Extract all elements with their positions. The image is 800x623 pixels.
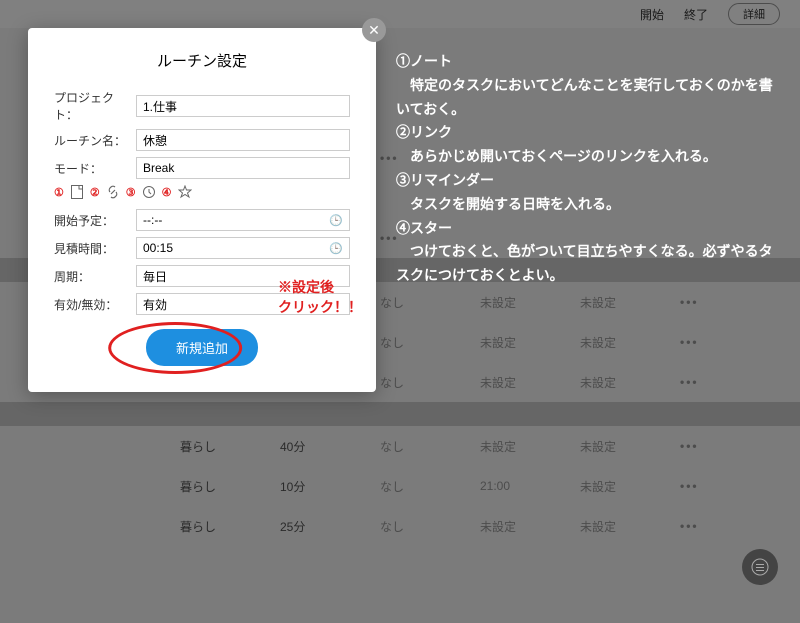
more-icon[interactable]: ••• <box>680 479 740 493</box>
table-row: 暮らし 40分 なし 未設定 未設定 ••• <box>0 426 800 466</box>
more-icon[interactable]: ••• <box>680 439 740 453</box>
estimate-input[interactable]: 00:15 🕒 <box>136 237 350 259</box>
anno-reminder-desc: タスクを開始する日時を入れる。 <box>396 193 776 217</box>
start-plan-input[interactable]: --:-- 🕒 <box>136 209 350 231</box>
submit-area: 新規追加 <box>54 329 350 366</box>
anno-link-desc: あらかじめ開いておくページのリンクを入れる。 <box>396 145 776 169</box>
field-project: プロジェクト： <box>54 89 350 123</box>
section-divider <box>0 402 800 426</box>
header-end: 終了 <box>684 6 708 23</box>
field-start-plan: 開始予定： --:-- 🕒 <box>54 209 350 231</box>
anno-link-title: ②リンク <box>396 121 776 145</box>
routine-name-label: ルーチン名： <box>54 132 136 149</box>
annotation-num-2: ② <box>90 186 100 199</box>
project-input[interactable] <box>136 95 350 117</box>
anno-reminder-title: ③リマインダー <box>396 169 776 193</box>
reminder-icon[interactable] <box>142 185 156 199</box>
anno-note-title: ①ノート <box>396 50 776 74</box>
mode-label: モード： <box>54 160 136 177</box>
more-icon[interactable]: ••• <box>680 519 740 533</box>
link-icon[interactable] <box>106 185 120 199</box>
modal-title: ルーチン設定 <box>54 50 350 71</box>
bg-header: 開始 終了 詳細 <box>0 0 800 28</box>
annotation-num-3: ③ <box>126 186 136 199</box>
enabled-label: 有効/無効： <box>54 296 136 313</box>
field-estimate: 見積時間： 00:15 🕒 <box>54 237 350 259</box>
callout-text: ※設定後 クリック！！ <box>278 278 362 317</box>
fab-button[interactable] <box>742 549 778 585</box>
annotation-overlay: ①ノート 特定のタスクにおいてどんなことを実行しておくのかを書いておく。 ②リン… <box>396 50 776 288</box>
more-icon[interactable]: ••• <box>680 335 740 349</box>
more-icon[interactable]: ••• <box>680 295 740 309</box>
mode-input[interactable] <box>136 157 350 179</box>
detail-button[interactable]: 詳細 <box>728 3 780 25</box>
icon-toolbar: ① ② ③ ④ <box>54 185 350 199</box>
cycle-label: 周期： <box>54 268 136 285</box>
note-icon[interactable] <box>70 185 84 199</box>
field-routine-name: ルーチン名： <box>54 129 350 151</box>
table-row: 暮らし 10分 なし 21:00 未設定 ••• <box>0 466 800 506</box>
close-icon[interactable]: ✕ <box>362 18 386 42</box>
anno-star-desc: つけておくと、色がついて目立ちやすくなる。必ずやるタスクにつけておくとよい。 <box>396 240 776 288</box>
estimate-label: 見積時間： <box>54 240 136 257</box>
anno-star-title: ④スター <box>396 217 776 241</box>
field-mode: モード： <box>54 157 350 179</box>
project-label: プロジェクト： <box>54 89 136 123</box>
annotation-num-4: ④ <box>162 186 172 199</box>
clock-icon: 🕒 <box>329 242 343 255</box>
add-new-button[interactable]: 新規追加 <box>146 329 258 366</box>
annotation-num-1: ① <box>54 186 64 199</box>
header-start: 開始 <box>640 6 664 23</box>
routine-settings-modal: ✕ ルーチン設定 プロジェクト： ルーチン名： モード： ① ② ③ ④ 開始予… <box>28 28 376 392</box>
anno-note-desc: 特定のタスクにおいてどんなことを実行しておくのかを書いておく。 <box>396 74 776 122</box>
more-icon[interactable]: ••• <box>680 375 740 389</box>
star-icon[interactable] <box>178 185 192 199</box>
table-row: 暮らし 25分 なし 未設定 未設定 ••• <box>0 506 800 546</box>
start-plan-label: 開始予定： <box>54 212 136 229</box>
clock-icon: 🕒 <box>329 214 343 227</box>
routine-name-input[interactable] <box>136 129 350 151</box>
